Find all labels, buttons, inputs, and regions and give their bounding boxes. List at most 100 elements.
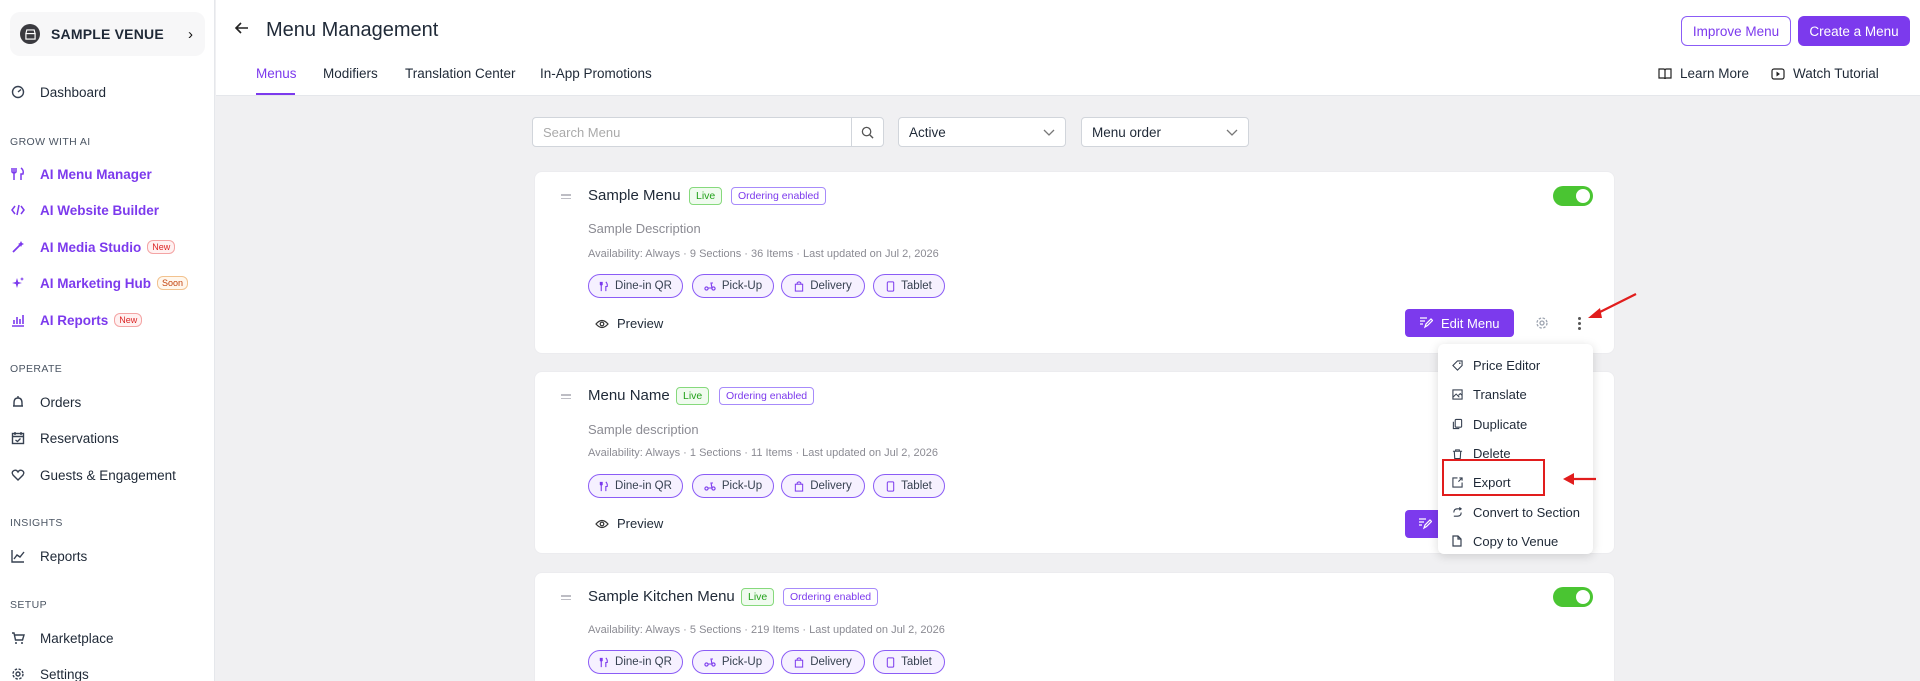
tablet-icon: [886, 656, 895, 668]
learn-more-label: Learn More: [1680, 66, 1750, 81]
sidebar-item-marketplace[interactable]: Marketplace: [10, 627, 114, 649]
sidebar-item-ai-website-builder[interactable]: AI Website Builder: [10, 199, 159, 221]
tab-modifiers[interactable]: Modifiers: [323, 66, 378, 81]
menu-name: Sample Menu: [588, 187, 681, 204]
section-label-grow: GROW WITH AI: [10, 136, 91, 148]
menu-item-label: Duplicate: [1473, 416, 1528, 432]
chip-label: Pick-Up: [721, 480, 763, 492]
live-badge: Live: [689, 187, 723, 205]
improve-menu-button[interactable]: Improve Menu: [1681, 16, 1791, 46]
utensils-icon: [599, 657, 609, 668]
chip-label: Tablet: [901, 656, 932, 668]
chevron-down-icon: [1226, 125, 1238, 140]
sidebar-item-label: Settings: [40, 666, 89, 681]
sidebar-item-ai-marketing-hub[interactable]: AI Marketing Hub Soon: [10, 272, 189, 294]
menu-description: Sample description: [588, 422, 699, 437]
page-header: Menu Management Improve Menu Create a Me…: [216, 0, 1920, 96]
magic-wand-icon: [10, 239, 26, 255]
learn-more-link[interactable]: Learn More: [1658, 66, 1749, 81]
channel-chip-pick-up: Pick-Up: [692, 474, 774, 498]
search-input[interactable]: [533, 118, 851, 146]
copy-icon: [1452, 418, 1464, 430]
chip-label: Dine-in QR: [615, 656, 672, 668]
drag-handle-icon[interactable]: [561, 595, 571, 602]
sidebar-item-ai-reports[interactable]: AI Reports New: [10, 309, 143, 331]
chip-label: Pick-Up: [721, 656, 763, 668]
menu-item-translate[interactable]: Translate: [1438, 380, 1593, 409]
soon-badge: Soon: [157, 276, 189, 290]
annotation-arrow-icon: [1588, 293, 1637, 318]
channel-chip-delivery: Delivery: [781, 650, 865, 674]
menu-item-price-editor[interactable]: Price Editor: [1438, 351, 1593, 380]
back-arrow-icon[interactable]: [234, 20, 250, 41]
drag-handle-icon[interactable]: [561, 394, 571, 401]
bag-icon: [794, 480, 804, 492]
menu-meta: Availability: Always · 1 Sections · 11 I…: [588, 447, 938, 459]
search-icon[interactable]: [851, 118, 883, 146]
gear-icon: [10, 666, 26, 681]
bag-icon: [794, 280, 804, 292]
channel-chip-delivery: Delivery: [781, 274, 865, 298]
status-select-value: Active: [909, 124, 946, 140]
menu-item-convert-to-section[interactable]: Convert to Section: [1438, 497, 1593, 526]
sidebar-item-guests[interactable]: Guests & Engagement: [10, 464, 176, 486]
sidebar-item-label: Marketplace: [40, 630, 114, 646]
sidebar-item-ai-media-studio[interactable]: AI Media Studio New: [10, 236, 176, 258]
search-box: [532, 117, 884, 147]
sort-select-value: Menu order: [1092, 124, 1162, 140]
sidebar-item-orders[interactable]: Orders: [10, 391, 81, 413]
sidebar-item-ai-menu-manager[interactable]: AI Menu Manager: [10, 163, 152, 185]
preview-link[interactable]: Preview: [595, 316, 663, 331]
menu-meta: Availability: Always · 5 Sections · 219 …: [588, 624, 945, 636]
bag-icon: [794, 656, 804, 668]
tag-icon: [1452, 360, 1464, 372]
channel-chip-dine-in: Dine-in QR: [588, 474, 683, 498]
chip-label: Pick-Up: [721, 280, 763, 292]
menu-item-duplicate[interactable]: Duplicate: [1438, 410, 1593, 439]
calendar-icon: [10, 430, 26, 446]
drag-handle-icon[interactable]: [561, 194, 571, 201]
menu-card: Sample Menu Live Ordering enabled Sample…: [534, 171, 1615, 354]
sidebar-item-label: AI Marketing Hub: [40, 275, 152, 291]
edit-menu-button[interactable]: Edit Menu: [1405, 309, 1514, 337]
new-badge: New: [147, 240, 176, 254]
sidebar-item-label: AI Media Studio: [40, 239, 142, 255]
utensils-icon: [599, 481, 609, 492]
venue-name: SAMPLE VENUE: [51, 26, 164, 42]
sidebar-item-label: AI Menu Manager: [40, 166, 152, 182]
sort-select[interactable]: Menu order: [1081, 117, 1249, 147]
venue-switcher[interactable]: SAMPLE VENUE ›: [10, 12, 205, 56]
sidebar-item-reports[interactable]: Reports: [10, 545, 87, 567]
menu-item-copy-to-venue[interactable]: Copy to Venue: [1438, 527, 1593, 556]
sidebar-item-settings[interactable]: Settings: [10, 663, 89, 681]
sidebar-item-label: Reports: [40, 548, 88, 564]
sidebar-item-dashboard[interactable]: Dashboard: [10, 81, 106, 103]
preview-link[interactable]: Preview: [595, 516, 663, 531]
tab-translation-center[interactable]: Translation Center: [405, 66, 516, 81]
gear-icon[interactable]: [1535, 316, 1549, 333]
utensils-icon: [599, 281, 609, 292]
sidebar-item-reservations[interactable]: Reservations: [10, 427, 119, 449]
eye-icon: [595, 519, 609, 529]
menu-active-toggle[interactable]: [1553, 587, 1593, 607]
tab-menus[interactable]: Menus: [256, 66, 297, 81]
more-options-icon[interactable]: [1578, 317, 1582, 332]
menu-active-toggle[interactable]: [1553, 186, 1593, 206]
create-menu-button[interactable]: Create a Menu: [1798, 16, 1910, 46]
channel-chip-delivery: Delivery: [781, 474, 865, 498]
sidebar-item-label: Orders: [40, 394, 82, 410]
section-label-setup: SETUP: [10, 599, 48, 611]
utensils-icon: [10, 166, 26, 182]
menu-item-label: Price Editor: [1473, 358, 1541, 374]
menu-item-label: Convert to Section: [1473, 504, 1580, 520]
bar-chart-icon: [10, 312, 26, 328]
tab-in-app-promotions[interactable]: In-App Promotions: [540, 66, 652, 81]
sidebar-item-label: Dashboard: [40, 84, 107, 100]
trash-icon: [1452, 448, 1464, 460]
chevron-down-icon: [1043, 125, 1055, 140]
export-highlight-box: [1442, 459, 1545, 496]
store-icon: [20, 24, 40, 44]
chip-label: Dine-in QR: [615, 280, 672, 292]
watch-tutorial-link[interactable]: Watch Tutorial: [1771, 66, 1879, 81]
status-select[interactable]: Active: [898, 117, 1066, 147]
